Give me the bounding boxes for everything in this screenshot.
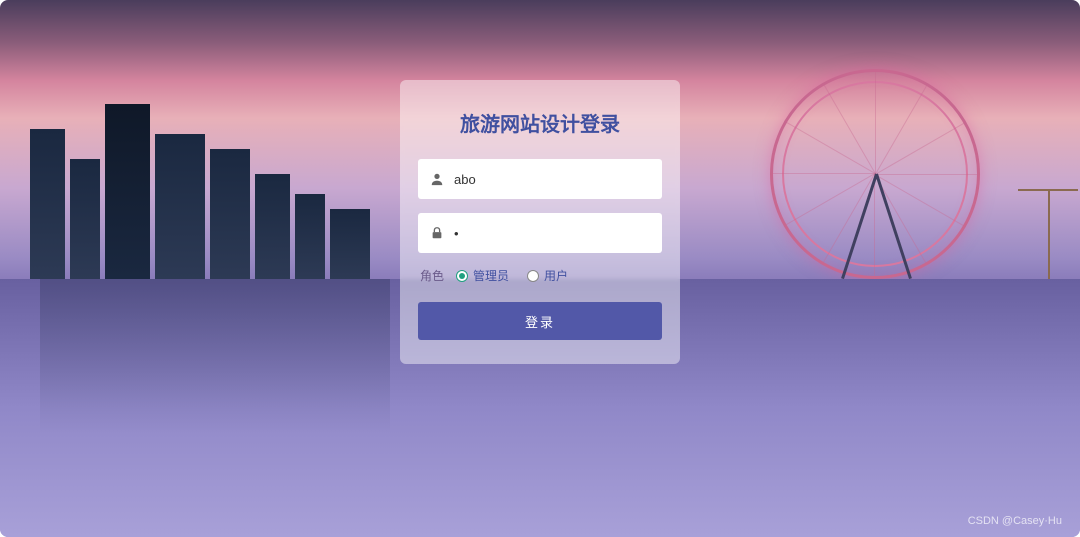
username-wrapper[interactable]	[418, 159, 662, 199]
radio-icon	[456, 270, 468, 282]
username-input[interactable]	[454, 172, 650, 187]
login-card: 旅游网站设计登录 角色 管理员 用户	[400, 80, 680, 364]
buildings-right	[960, 179, 1060, 279]
buildings-left	[30, 99, 410, 279]
password-wrapper[interactable]	[418, 213, 662, 253]
watermark: CSDN @Casey·Hu	[968, 515, 1062, 527]
login-title: 旅游网站设计登录	[418, 108, 662, 137]
ferris-wheel	[770, 69, 980, 279]
role-radio-group: 管理员 用户	[456, 267, 568, 284]
login-button[interactable]: 登录	[418, 302, 662, 340]
role-user-label: 用户	[544, 267, 568, 284]
lock-icon	[430, 226, 444, 240]
user-icon	[430, 172, 444, 186]
role-admin-label: 管理员	[473, 267, 509, 284]
role-label: 角色	[420, 267, 444, 284]
role-row: 角色 管理员 用户	[420, 267, 662, 284]
role-user-radio[interactable]: 用户	[527, 267, 568, 284]
role-admin-radio[interactable]: 管理员	[456, 267, 509, 284]
radio-icon	[527, 270, 539, 282]
password-input[interactable]	[454, 226, 650, 241]
